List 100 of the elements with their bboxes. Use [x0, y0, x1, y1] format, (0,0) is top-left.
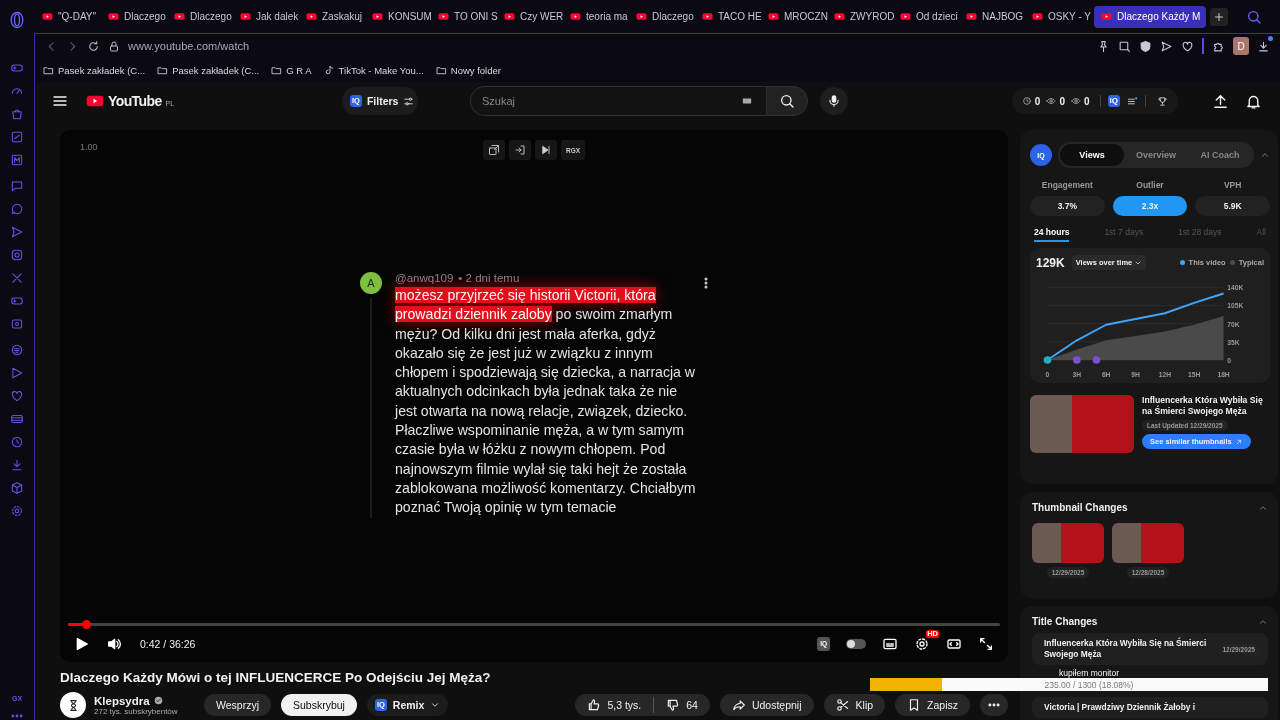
play-logo-icon — [767, 11, 780, 22]
trophy-icon[interactable] — [1157, 95, 1168, 107]
keyboard-icon[interactable] — [740, 96, 754, 106]
dislike-button[interactable]: 64 — [654, 694, 710, 716]
download-icon[interactable] — [1257, 39, 1270, 53]
comment-author[interactable]: @anwq109 — [395, 272, 454, 284]
pin-icon[interactable] — [1097, 39, 1110, 53]
volume-icon[interactable] — [106, 636, 122, 652]
bookmark-item[interactable]: Nowy folder — [435, 64, 501, 76]
browser-tab[interactable]: Czy WER — [500, 5, 562, 28]
browser-tab[interactable]: Od dzieci — [896, 5, 958, 28]
skip-button[interactable] — [535, 140, 557, 160]
search-icon[interactable] — [1246, 8, 1262, 25]
upload-icon[interactable] — [1212, 92, 1229, 110]
search-field[interactable]: Szukaj — [470, 86, 766, 116]
browser-tab[interactable]: Dlaczego — [170, 5, 232, 28]
chat-icon[interactable] — [10, 178, 24, 194]
panel-tab[interactable]: Overview — [1124, 144, 1188, 166]
support-button[interactable]: Wesprzyj — [204, 694, 271, 716]
metric-pill[interactable]: 3.7% — [1030, 196, 1105, 216]
event-marker[interactable] — [1092, 356, 1101, 364]
clip-button[interactable]: Klip — [823, 694, 886, 716]
enter-button[interactable] — [509, 140, 531, 160]
gear-icon[interactable] — [10, 503, 24, 519]
browser-tab[interactable]: TACO HE — [698, 5, 760, 28]
cube-icon[interactable] — [10, 480, 24, 496]
fullscreen-icon[interactable] — [978, 636, 994, 652]
browser-tab[interactable]: Dlaczego Każdy M — [1094, 5, 1207, 28]
browser-tab[interactable]: teoria ma — [566, 5, 628, 28]
browser-tab[interactable]: MROCZN — [764, 5, 826, 28]
browser-tab[interactable]: Dlaczego — [104, 5, 166, 28]
browser-tab[interactable]: ZWYROD — [830, 5, 892, 28]
record-icon[interactable] — [10, 316, 24, 332]
subtitles-icon[interactable] — [882, 636, 898, 652]
send-icon[interactable] — [1160, 39, 1173, 53]
channel-avatar[interactable] — [60, 692, 86, 718]
play-logo-icon — [437, 11, 450, 22]
event-marker[interactable] — [1073, 356, 1081, 364]
play-logo-icon — [371, 11, 384, 22]
play-logo-icon — [41, 11, 54, 22]
browser-tab[interactable]: "Q-DAY" — [38, 5, 100, 28]
heart-icon[interactable] — [1181, 39, 1194, 53]
browser-tab[interactable]: TO ONI S — [434, 5, 496, 28]
event-marker[interactable] — [1043, 356, 1052, 364]
play-icon[interactable] — [74, 636, 90, 652]
browser-tab[interactable]: NAJBOG — [962, 5, 1024, 28]
more-button[interactable] — [980, 694, 1008, 716]
browser-tab[interactable]: Zaskakuj — [302, 5, 364, 28]
bookmark-item[interactable]: Pasek zakładek (C... — [43, 64, 146, 76]
shield-icon[interactable] — [1139, 39, 1152, 53]
voice-search-button[interactable] — [820, 87, 848, 115]
bookmark-item[interactable]: Pasek zakładek (C... — [157, 64, 260, 76]
browser-tab[interactable]: OSKY - Y — [1028, 5, 1090, 28]
iq-badge[interactable]: IQ — [1107, 95, 1120, 107]
comment-time: • 2 dni temu — [458, 272, 520, 284]
bookmark-item[interactable]: TikTok - Make You... — [323, 64, 424, 76]
reload-icon[interactable] — [87, 39, 100, 53]
list-icon[interactable] — [1127, 95, 1138, 107]
panel-tab[interactable]: AI Coach — [1188, 144, 1252, 166]
browser-tab[interactable]: Dlaczego — [632, 5, 694, 28]
panel-tab[interactable]: Views — [1060, 144, 1124, 166]
popout-button[interactable] — [483, 140, 505, 160]
theater-mode-icon[interactable] — [946, 636, 962, 652]
folder-icon — [435, 64, 447, 76]
speech-bubble-icon[interactable] — [10, 201, 24, 217]
x-icon[interactable] — [10, 270, 24, 286]
like-button[interactable]: 5,3 tys. — [575, 694, 654, 716]
subscribe-button[interactable]: Subskrybuj — [281, 694, 357, 716]
tablet-icon[interactable] — [10, 129, 24, 145]
logo-text[interactable]: YouTube — [108, 93, 162, 109]
thumbnail-placeholder — [1112, 523, 1184, 563]
browser-tab[interactable]: KONSUM — [368, 5, 430, 28]
collapse-icon[interactable] — [1260, 150, 1270, 160]
scissors-icon — [835, 698, 850, 712]
browser-tab[interactable]: Jak dalek — [236, 5, 298, 28]
lock-icon — [108, 39, 120, 53]
menu-icon[interactable] — [52, 93, 68, 109]
channel-name[interactable]: Klepsydra — [94, 694, 150, 707]
save-button[interactable]: Zapisz — [895, 694, 970, 716]
progress-track[interactable] — [68, 623, 1000, 626]
bookmark-item[interactable]: G R A — [271, 64, 312, 76]
autoplay-toggle[interactable] — [846, 639, 866, 649]
settings-icon[interactable] — [914, 636, 930, 652]
camera-icon[interactable] — [10, 247, 24, 263]
snapshot-icon[interactable] — [1118, 39, 1131, 53]
metric-pill[interactable]: 5.9K — [1195, 196, 1270, 216]
play-logo-icon — [107, 11, 120, 22]
shopping-bag-icon[interactable] — [10, 106, 24, 122]
share-button[interactable]: Udostępnij — [719, 694, 814, 716]
address-url[interactable]: www.youtube.com/watch — [128, 40, 250, 52]
profile-avatar[interactable]: D — [1233, 37, 1249, 55]
search-button[interactable] — [766, 86, 808, 116]
disc-icon[interactable] — [10, 342, 24, 358]
video-player[interactable] — [60, 130, 1008, 662]
scrubber-handle[interactable] — [81, 620, 91, 629]
clock-icon[interactable] — [10, 434, 24, 450]
letter-m-icon[interactable] — [10, 152, 24, 168]
new-tab-button[interactable] — [1210, 7, 1229, 26]
range-tab[interactable]: 24 hours — [1034, 227, 1070, 242]
play-logo-icon — [635, 11, 648, 22]
